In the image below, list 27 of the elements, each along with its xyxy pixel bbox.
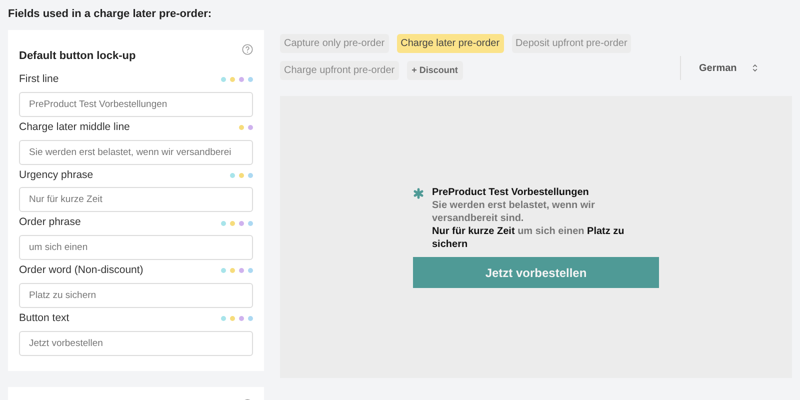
section-heading: Fields used in a charge later pre-order: (7, 7, 213, 22)
tab[interactable]: Charge upfront pre-order (280, 60, 399, 80)
field-label: Button text (19, 310, 70, 326)
language-select[interactable]: German (680, 56, 758, 80)
tab[interactable]: Capture only pre-order (280, 34, 389, 52)
field-label: Urgency phrase (19, 168, 94, 182)
preview-title: PreProduct Test Vorbestellungen (432, 186, 590, 199)
asterisk-icon (413, 188, 424, 199)
text-field[interactable]: Nur für kurze Zeit (19, 187, 253, 212)
text-field[interactable]: Sie werden erst belastet, wenn wir versandberei (19, 140, 253, 164)
field-label: Charge later middle line (19, 120, 130, 135)
text-field[interactable]: um sich einen (19, 235, 253, 260)
preview-text: Sie werden erst belastet, wenn wir versandbereit sind. (432, 199, 596, 225)
tab[interactable]: Charge later pre-order (396, 34, 504, 52)
preorder-button[interactable]: Jetzt vorbestellen (413, 257, 659, 288)
discount-toggle[interactable]: + Discount (406, 60, 463, 80)
field-label: First line (19, 72, 59, 87)
preview-text: Nur für kurze Zeit um sich einen Platz zu sichern (432, 225, 626, 251)
help-icon[interactable] (242, 44, 253, 54)
text-field[interactable]: Platz zu sichern (19, 282, 253, 308)
tab[interactable]: Deposit upfront pre-order (512, 34, 632, 52)
field-label: Order word (Non-discount) (19, 263, 144, 278)
text-field[interactable]: Jetzt vorbestellen (19, 330, 253, 356)
card-title: Default button lock-up (19, 48, 136, 64)
text-field[interactable]: PreProduct Test Vorbestellungen (19, 92, 253, 117)
chevron-icon (752, 63, 758, 73)
field-label: Order phrase (19, 215, 81, 230)
